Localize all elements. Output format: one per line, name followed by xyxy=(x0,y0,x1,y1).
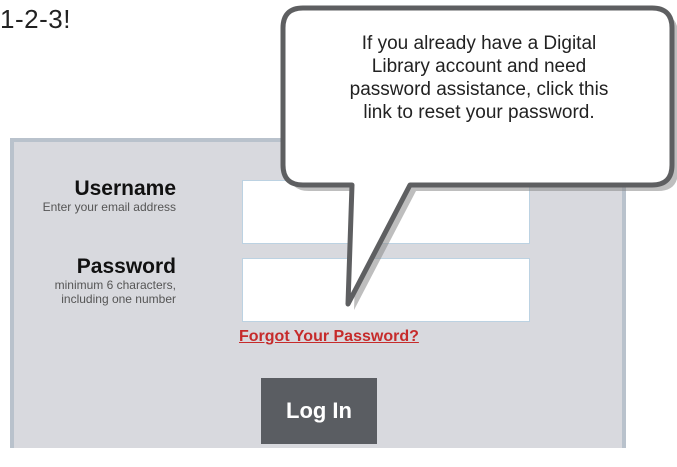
username-input[interactable] xyxy=(242,180,530,244)
password-label: Password xyxy=(76,255,176,278)
callout-line-3: password assistance, click this xyxy=(349,79,609,100)
password-hint-line1: minimum 6 characters, xyxy=(54,278,176,292)
callout-line-1: If you already have a Digital xyxy=(361,33,597,54)
forgot-password-link[interactable]: Forgot Your Password? xyxy=(239,328,419,346)
username-label: Username xyxy=(74,177,176,200)
callout-line-4: link to reset your password. xyxy=(363,102,595,123)
callout-line-2: Library account and need xyxy=(371,56,587,77)
page-heading: 1-2-3! xyxy=(0,4,71,34)
password-hint-line2: including one number xyxy=(61,292,176,306)
login-button[interactable]: Log In xyxy=(261,378,377,444)
username-label-block: Username Enter your email address xyxy=(43,177,176,214)
password-input[interactable] xyxy=(242,258,530,322)
username-hint: Enter your email address xyxy=(42,200,176,214)
login-panel: Username Enter your email address Passwo… xyxy=(10,138,626,448)
password-label-block: Password minimum 6 characters, including… xyxy=(55,255,176,306)
callout-text: If you already have a Digital Library ac… xyxy=(296,32,662,124)
